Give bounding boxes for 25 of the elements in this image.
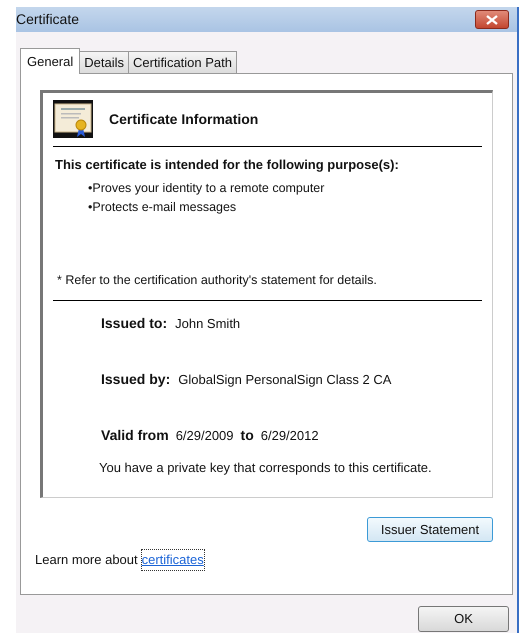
purpose-item: •Proves your identity to a remote computer: [88, 180, 326, 197]
ok-button[interactable]: OK: [418, 606, 509, 632]
field-value: 6/29/2009: [176, 426, 234, 444]
tab[interactable]: Details: [79, 51, 129, 73]
purpose-title: This certificate is intended for the following purpose(s):: [54, 156, 400, 174]
certificates-link[interactable]: certificates: [142, 550, 204, 570]
close-button[interactable]: [475, 10, 509, 29]
close-icon: [486, 14, 498, 24]
tab[interactable]: General: [20, 48, 80, 74]
field-label: Issued to:: [101, 314, 168, 332]
window-title: Certificate: [16, 10, 80, 29]
certificate-icon: [53, 100, 93, 138]
field-value: John Smith: [175, 314, 240, 332]
field-label: Issued by:: [101, 370, 170, 389]
field-value: GlobalSign PersonalSign Class 2 CA: [178, 370, 392, 389]
footnote: * Refer to the certification authority's statement for details.: [56, 272, 378, 289]
purpose-item: •Protects e-mail messages: [88, 199, 238, 216]
field-label: to: [240, 426, 254, 444]
info-heading: Certificate Information: [109, 110, 258, 128]
issuer-statement-button[interactable]: Issuer Statement: [367, 517, 493, 542]
field-label: Valid from: [101, 426, 169, 444]
learn-more-text: Learn more about: [35, 551, 138, 569]
private-key-note: You have a private key that corresponds to this certificate.: [98, 458, 433, 477]
field-value: 6/29/2012: [260, 426, 319, 444]
tab[interactable]: Certification Path: [128, 51, 237, 73]
